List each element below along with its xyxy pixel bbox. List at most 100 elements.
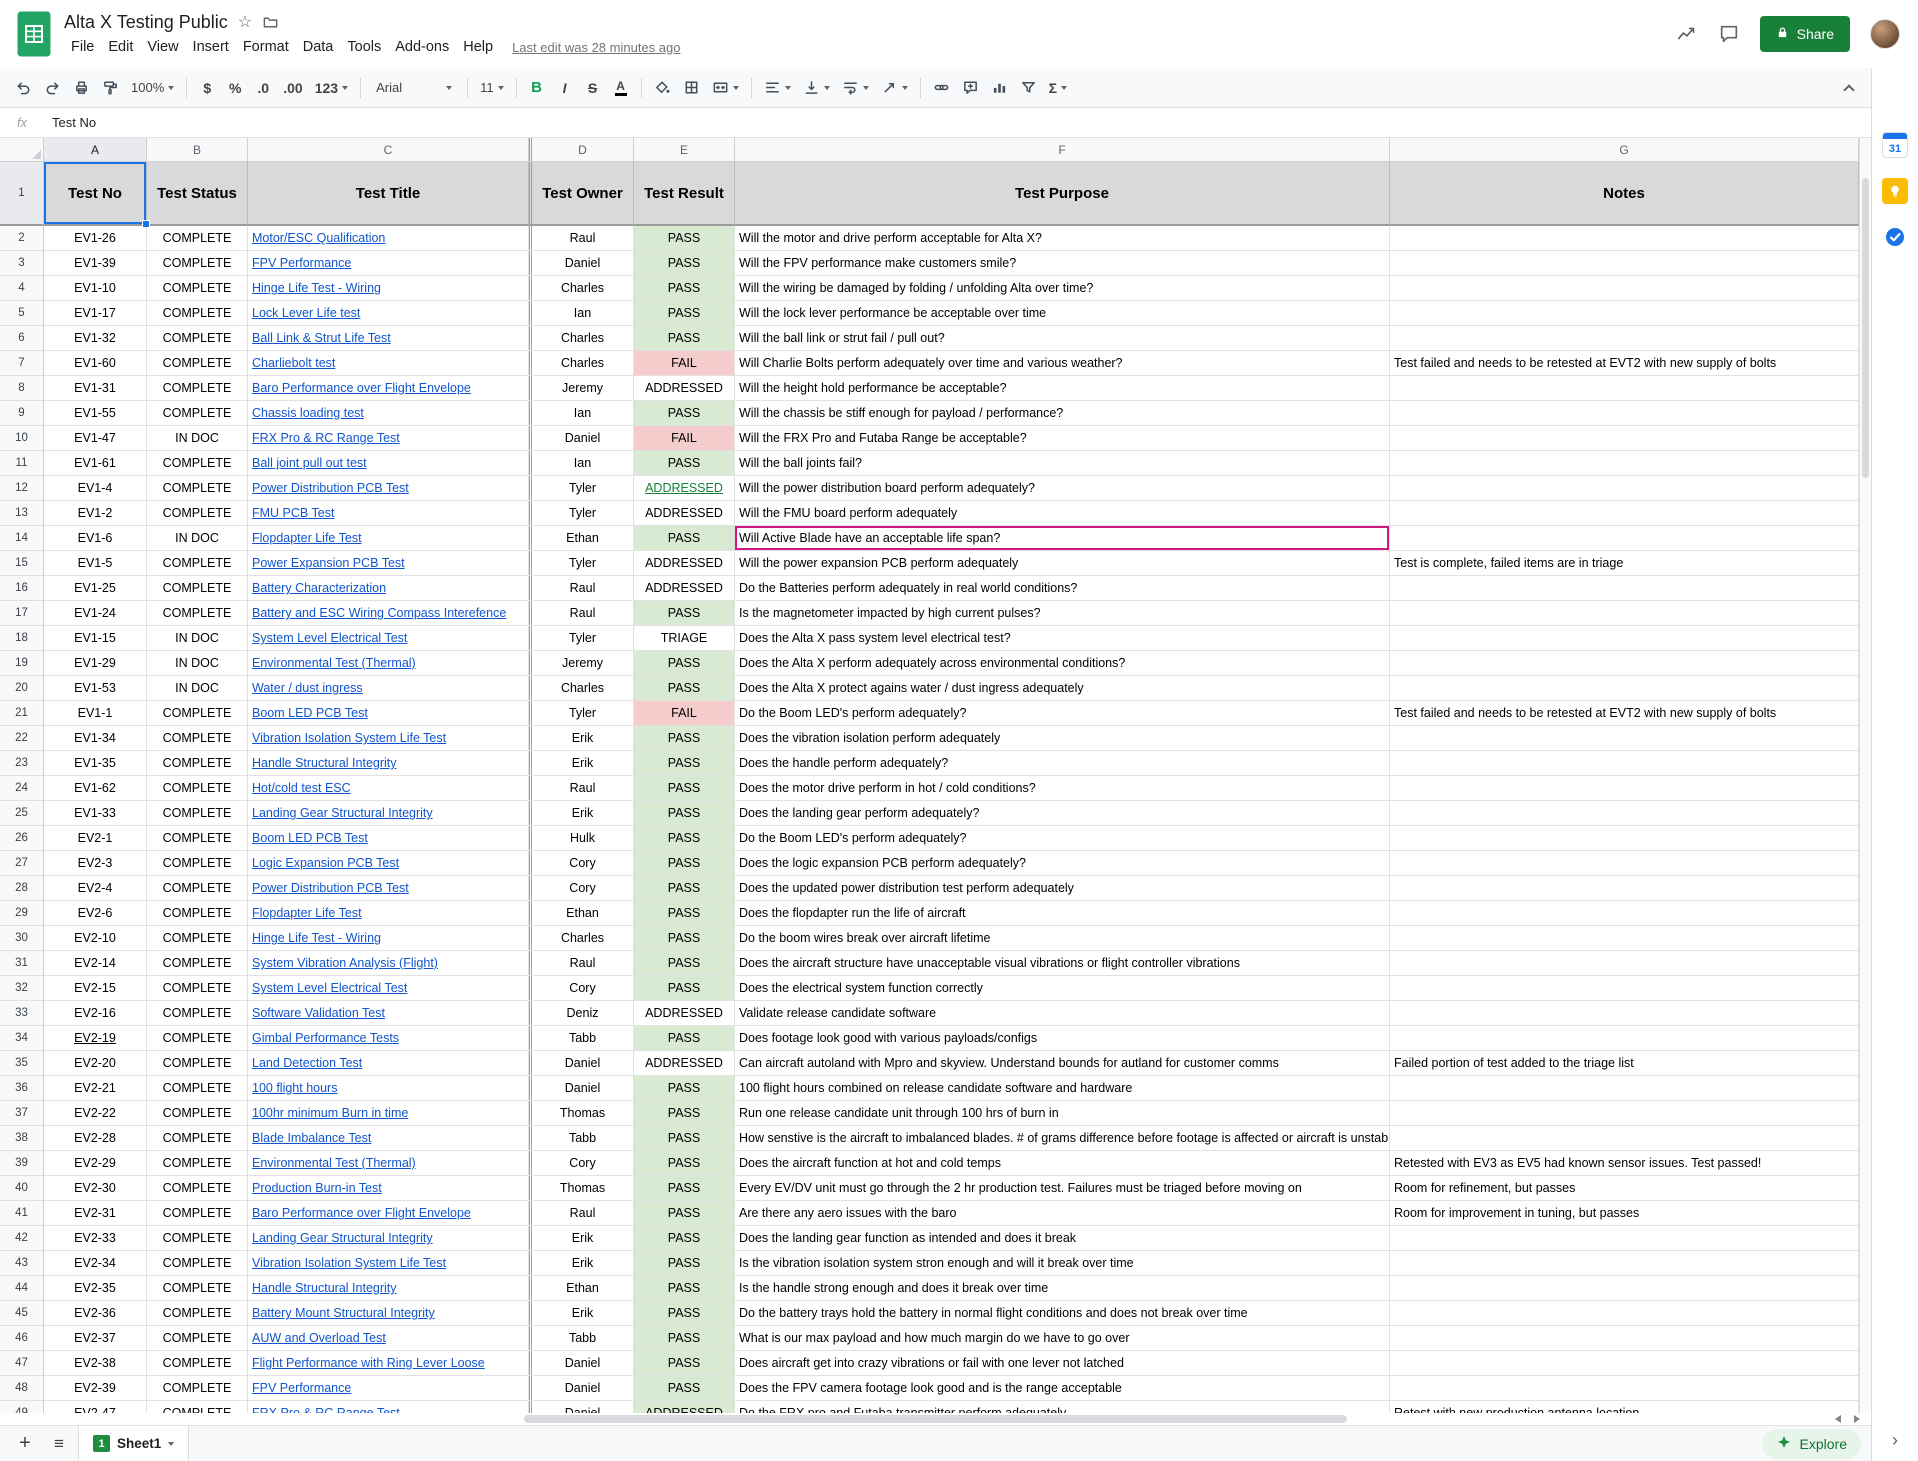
cell-test-result[interactable]: PASS bbox=[634, 451, 735, 476]
cell-notes[interactable] bbox=[1390, 851, 1859, 876]
explore-button[interactable]: Explore bbox=[1762, 1429, 1861, 1459]
share-button[interactable]: Share bbox=[1760, 16, 1850, 52]
cell-test-owner[interactable]: Cory bbox=[532, 851, 634, 876]
row-number[interactable]: 1 bbox=[0, 162, 44, 226]
column-header-a[interactable]: A bbox=[44, 138, 147, 162]
cell-notes[interactable] bbox=[1390, 1226, 1859, 1251]
cell-test-no[interactable]: EV1-39 bbox=[44, 251, 147, 276]
cell-test-purpose[interactable]: Will the power distribution board perfor… bbox=[735, 476, 1390, 501]
menu-edit[interactable]: Edit bbox=[101, 39, 140, 55]
cell-test-title[interactable]: Baro Performance over Flight Envelope bbox=[248, 376, 529, 401]
cell-test-no[interactable]: EV2-39 bbox=[44, 1376, 147, 1401]
cell-test-owner[interactable]: Tabb bbox=[532, 1026, 634, 1051]
cell-test-owner[interactable]: Daniel bbox=[532, 426, 634, 451]
cell-notes[interactable] bbox=[1390, 1026, 1859, 1051]
cell-test-result[interactable]: PASS bbox=[634, 251, 735, 276]
cell-test-owner[interactable]: Ethan bbox=[532, 526, 634, 551]
cell-test-owner[interactable]: Erik bbox=[532, 726, 634, 751]
cell-test-title[interactable]: Ball joint pull out test bbox=[248, 451, 529, 476]
cell-test-purpose[interactable]: Does the FPV camera footage look good an… bbox=[735, 1376, 1390, 1401]
tasks-icon[interactable] bbox=[1882, 224, 1908, 250]
cell-test-no[interactable]: EV1-29 bbox=[44, 651, 147, 676]
fill-color-button[interactable] bbox=[649, 74, 676, 102]
test-title-link[interactable]: Ball Link & Strut Life Test bbox=[252, 331, 391, 345]
cell-test-no[interactable]: EV1-26 bbox=[44, 226, 147, 251]
scroll-left-button[interactable] bbox=[1830, 1414, 1846, 1424]
row-number[interactable]: 10 bbox=[0, 426, 44, 451]
cell-test-purpose[interactable]: Will the chassis be stiff enough for pay… bbox=[735, 401, 1390, 426]
cell-notes[interactable]: Test is complete, failed items are in tr… bbox=[1390, 551, 1859, 576]
cell-test-no[interactable]: EV1-25 bbox=[44, 576, 147, 601]
cell-test-title[interactable]: FPV Performance bbox=[248, 251, 529, 276]
document-title[interactable]: Alta X Testing Public bbox=[64, 12, 228, 33]
cell-test-no[interactable]: EV2-15 bbox=[44, 976, 147, 1001]
cell-test-title[interactable]: Handle Structural Integrity bbox=[248, 1276, 529, 1301]
cell-test-status[interactable]: COMPLETE bbox=[147, 1251, 248, 1276]
test-title-link[interactable]: Power Expansion PCB Test bbox=[252, 556, 405, 570]
comments-icon[interactable] bbox=[1718, 23, 1740, 45]
percent-format-button[interactable]: % bbox=[222, 74, 248, 102]
cell-test-title[interactable]: Charliebolt test bbox=[248, 351, 529, 376]
row-number[interactable]: 3 bbox=[0, 251, 44, 276]
cell-test-no[interactable]: EV2-22 bbox=[44, 1101, 147, 1126]
print-button[interactable] bbox=[68, 74, 95, 102]
cell-test-status[interactable]: COMPLETE bbox=[147, 951, 248, 976]
cell-test-result[interactable]: PASS bbox=[634, 676, 735, 701]
cell-test-purpose[interactable]: Will the FMU board perform adequately bbox=[735, 501, 1390, 526]
vertical-scrollbar[interactable] bbox=[1859, 138, 1871, 1413]
cell-notes[interactable] bbox=[1390, 576, 1859, 601]
cell-test-result[interactable]: PASS bbox=[634, 226, 735, 251]
cell-notes[interactable] bbox=[1390, 226, 1859, 251]
row-number[interactable]: 8 bbox=[0, 376, 44, 401]
row-number[interactable]: 27 bbox=[0, 851, 44, 876]
cell-test-purpose[interactable]: Will the ball joints fail? bbox=[735, 451, 1390, 476]
undo-button[interactable] bbox=[10, 74, 37, 102]
cell-test-status[interactable]: COMPLETE bbox=[147, 601, 248, 626]
cell-test-owner[interactable]: Daniel bbox=[532, 1376, 634, 1401]
cell-test-status[interactable]: COMPLETE bbox=[147, 401, 248, 426]
menu-addons[interactable]: Add-ons bbox=[388, 39, 456, 55]
cell-test-status[interactable]: COMPLETE bbox=[147, 1151, 248, 1176]
cell-test-no[interactable]: EV1-60 bbox=[44, 351, 147, 376]
all-sheets-button[interactable]: ≡ bbox=[44, 1434, 74, 1454]
bold-button[interactable]: B bbox=[524, 74, 550, 102]
cell-notes[interactable] bbox=[1390, 526, 1859, 551]
cell-test-no[interactable]: EV2-4 bbox=[44, 876, 147, 901]
cell-test-status[interactable]: COMPLETE bbox=[147, 276, 248, 301]
sheets-logo-icon[interactable] bbox=[14, 11, 54, 57]
cell-test-result[interactable]: ADDRESSED bbox=[634, 376, 735, 401]
test-title-link[interactable]: FRX Pro & RC Range Test bbox=[252, 431, 400, 445]
test-title-link[interactable]: 100 flight hours bbox=[252, 1081, 337, 1095]
test-title-link[interactable]: Hinge Life Test - Wiring bbox=[252, 281, 381, 295]
cell-test-result[interactable]: PASS bbox=[634, 1201, 735, 1226]
test-title-link[interactable]: Power Distribution PCB Test bbox=[252, 481, 409, 495]
cell-test-owner[interactable]: Thomas bbox=[532, 1101, 634, 1126]
cell-test-owner[interactable]: Erik bbox=[532, 1226, 634, 1251]
merge-cells-button[interactable] bbox=[707, 74, 744, 102]
cell-test-result[interactable]: PASS bbox=[634, 601, 735, 626]
formula-input[interactable]: Test No bbox=[44, 115, 96, 130]
cell-test-result[interactable]: PASS bbox=[634, 1301, 735, 1326]
cell-test-purpose[interactable]: Does the flopdapter run the life of airc… bbox=[735, 901, 1390, 926]
cell-test-result[interactable]: PASS bbox=[634, 1101, 735, 1126]
cell-test-result[interactable]: PASS bbox=[634, 1376, 735, 1401]
cell-test-title[interactable]: Battery Mount Structural Integrity bbox=[248, 1301, 529, 1326]
cell-test-result[interactable]: PASS bbox=[634, 1251, 735, 1276]
row-number[interactable]: 4 bbox=[0, 276, 44, 301]
cell-notes[interactable]: Test failed and needs to be retested at … bbox=[1390, 351, 1859, 376]
cell-test-owner[interactable]: Daniel bbox=[532, 1076, 634, 1101]
cell-test-result[interactable]: PASS bbox=[634, 1351, 735, 1376]
cell-test-status[interactable]: IN DOC bbox=[147, 651, 248, 676]
horizontal-scrollbar[interactable] bbox=[0, 1413, 1871, 1425]
cell-test-title[interactable]: Gimbal Performance Tests bbox=[248, 1026, 529, 1051]
cell-test-result[interactable]: PASS bbox=[634, 851, 735, 876]
test-title-link[interactable]: 100hr minimum Burn in time bbox=[252, 1106, 408, 1120]
cell-test-title[interactable]: Production Burn-in Test bbox=[248, 1176, 529, 1201]
cell-test-title[interactable]: Water / dust ingress bbox=[248, 676, 529, 701]
cell-test-owner[interactable]: Jeremy bbox=[532, 651, 634, 676]
cell-test-owner[interactable]: Tyler bbox=[532, 501, 634, 526]
cell-test-no[interactable]: EV2-1 bbox=[44, 826, 147, 851]
cell-test-result[interactable]: PASS bbox=[634, 651, 735, 676]
cell-test-status[interactable]: COMPLETE bbox=[147, 1401, 248, 1413]
cell-test-status[interactable]: COMPLETE bbox=[147, 726, 248, 751]
